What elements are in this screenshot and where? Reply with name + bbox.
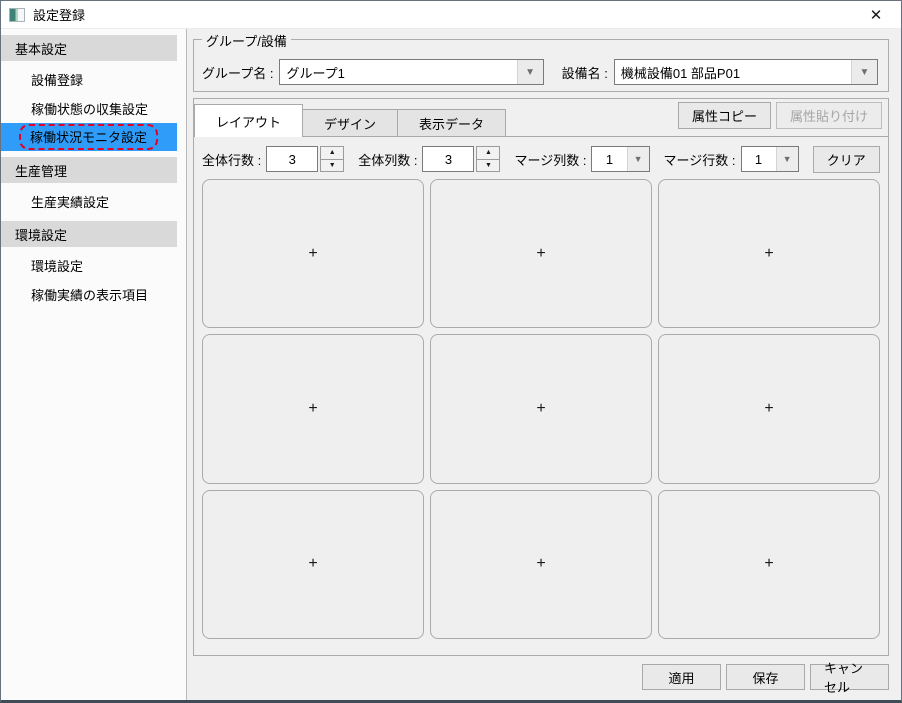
total-rows-label: 全体行数 :	[202, 150, 261, 169]
add-icon: +	[536, 555, 545, 573]
clear-button[interactable]: クリア	[813, 146, 880, 173]
save-button[interactable]: 保存	[726, 664, 805, 690]
grid-cell-r3c1[interactable]: +	[202, 490, 424, 639]
chevron-down-icon[interactable]: ▼	[776, 147, 798, 171]
add-icon: +	[764, 245, 773, 263]
cancel-button[interactable]: キャンセル	[810, 664, 889, 690]
sidebar-item-equipment-registration[interactable]: 設備登録	[1, 65, 177, 93]
tab-display-data[interactable]: 表示データ	[397, 109, 506, 136]
total-cols-spinner: 3 ▲ ▼	[422, 146, 500, 172]
group-equipment-box: グループ/設備 グループ名 : グループ1 ▼ 設備名 : 機械設備01 部品P…	[193, 39, 889, 92]
sidebar-item-label: 環境設定	[31, 256, 83, 275]
sidebar-section-basic-settings: 基本設定	[1, 35, 177, 61]
sidebar: 基本設定 設備登録 稼働状態の収集設定 稼働状況モニタ設定 生産管理 生産実績設…	[1, 29, 187, 700]
attribute-copy-button[interactable]: 属性コピー	[678, 102, 771, 129]
chevron-down-icon[interactable]: ▼	[627, 147, 649, 171]
add-icon: +	[764, 555, 773, 573]
focus-ring: 稼働状況モニタ設定	[19, 124, 158, 150]
attribute-paste-button: 属性貼り付け	[776, 102, 882, 129]
window-title: 設定登録	[33, 5, 85, 24]
grid-cell-r2c2[interactable]: +	[430, 334, 652, 483]
add-icon: +	[536, 245, 545, 263]
total-cols-spin-buttons: ▲ ▼	[476, 146, 500, 172]
total-rows-value[interactable]: 3	[266, 146, 318, 172]
merge-rows-label: マージ行数 :	[664, 150, 736, 169]
main-panel: グループ/設備 グループ名 : グループ1 ▼ 設備名 : 機械設備01 部品P…	[187, 29, 901, 700]
merge-rows-value: 1	[742, 147, 776, 171]
sidebar-item-operation-status-monitor[interactable]: 稼働状況モニタ設定	[1, 123, 177, 151]
grid-cell-r1c1[interactable]: +	[202, 179, 424, 328]
group-name-combobox[interactable]: グループ1 ▼	[279, 59, 543, 85]
spin-up-icon[interactable]: ▲	[477, 147, 499, 160]
monitor-settings-tabbox: レイアウト デザイン 表示データ 属性コピー 属性貼り付け 全体行数 : 3 ▲	[193, 98, 889, 656]
equipment-name-value: 機械設備01 部品P01	[615, 60, 851, 84]
merge-cols-dropdown[interactable]: 1 ▼	[591, 146, 649, 172]
sidebar-item-label: 生産実績設定	[31, 192, 109, 211]
equipment-name-label: 設備名 :	[562, 63, 608, 82]
add-icon: +	[308, 245, 317, 263]
sidebar-item-label: 設備登録	[31, 70, 83, 89]
grid-cell-r3c3[interactable]: +	[658, 490, 880, 639]
group-name-value: グループ1	[280, 60, 516, 84]
spin-down-icon[interactable]: ▼	[321, 160, 343, 172]
total-cols-label: 全体列数 :	[358, 150, 417, 169]
equipment-name-combobox[interactable]: 機械設備01 部品P01 ▼	[614, 59, 878, 85]
sidebar-section-environment-settings: 環境設定	[1, 221, 177, 247]
add-icon: +	[308, 555, 317, 573]
grid-cell-r2c1[interactable]: +	[202, 334, 424, 483]
add-icon: +	[764, 400, 773, 418]
sidebar-item-label: 稼働実績の表示項目	[31, 285, 148, 304]
add-icon: +	[536, 400, 545, 418]
tabstrip: レイアウト デザイン 表示データ 属性コピー 属性貼り付け	[194, 99, 888, 137]
chevron-down-icon[interactable]: ▼	[851, 60, 877, 84]
total-rows-spinner: 3 ▲ ▼	[266, 146, 344, 172]
grid-cell-r3c2[interactable]: +	[430, 490, 652, 639]
spin-down-icon[interactable]: ▼	[477, 160, 499, 172]
spin-up-icon[interactable]: ▲	[321, 147, 343, 160]
settings-dialog: 設定登録 ✕ 基本設定 設備登録 稼働状態の収集設定 稼働状況モニタ設定 生産管…	[0, 0, 902, 703]
footer-buttons: 適用 保存 キャンセル	[193, 656, 889, 690]
grid-cell-r2c3[interactable]: +	[658, 334, 880, 483]
sidebar-item-operation-results-display[interactable]: 稼働実績の表示項目	[1, 280, 177, 308]
merge-cols-value: 1	[592, 147, 626, 171]
merge-cols-label: マージ列数 :	[514, 150, 586, 169]
merge-rows-dropdown[interactable]: 1 ▼	[741, 146, 799, 172]
total-rows-spin-buttons: ▲ ▼	[320, 146, 344, 172]
tab-design[interactable]: デザイン	[302, 109, 398, 136]
grid-cell-r1c3[interactable]: +	[658, 179, 880, 328]
close-icon[interactable]: ✕	[861, 3, 891, 27]
layout-cell-grid: + + + + + + + + +	[194, 173, 888, 655]
layout-controls-row: 全体行数 : 3 ▲ ▼ 全体列数 : 3 ▲ ▼	[194, 137, 888, 173]
sidebar-section-production-management: 生産管理	[1, 157, 177, 183]
add-icon: +	[308, 400, 317, 418]
tab-layout[interactable]: レイアウト	[194, 104, 303, 137]
total-cols-value[interactable]: 3	[422, 146, 474, 172]
groupbox-legend: グループ/設備	[202, 31, 291, 50]
app-icon	[9, 8, 25, 22]
sidebar-item-environment-settings[interactable]: 環境設定	[1, 251, 177, 279]
sidebar-item-production-results[interactable]: 生産実績設定	[1, 187, 177, 215]
sidebar-item-label: 稼働状態の収集設定	[31, 99, 148, 118]
attribute-buttons: 属性コピー 属性貼り付け	[678, 102, 882, 129]
apply-button[interactable]: 適用	[642, 664, 721, 690]
group-name-label: グループ名 :	[202, 63, 273, 82]
dialog-body: 基本設定 設備登録 稼働状態の収集設定 稼働状況モニタ設定 生産管理 生産実績設…	[1, 29, 901, 700]
chevron-down-icon[interactable]: ▼	[517, 60, 543, 84]
sidebar-item-operation-state-collection[interactable]: 稼働状態の収集設定	[1, 94, 177, 122]
grid-cell-r1c2[interactable]: +	[430, 179, 652, 328]
titlebar: 設定登録 ✕	[1, 1, 901, 29]
